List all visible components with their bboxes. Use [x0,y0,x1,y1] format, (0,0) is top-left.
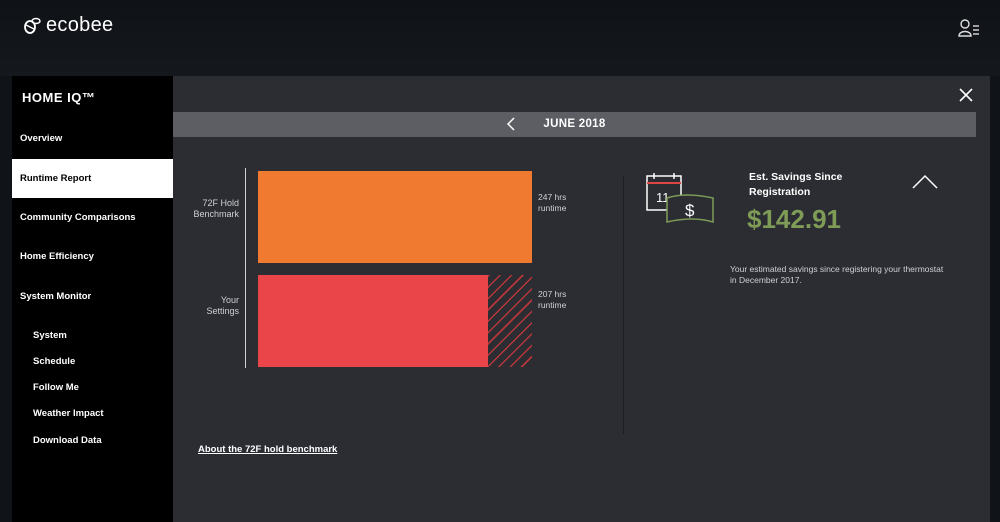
subnav-item-follow-me[interactable]: Follow Me [33,382,79,393]
chevron-up-icon[interactable] [912,174,938,190]
sidebar-item-label: System Monitor [20,291,92,302]
bee-logo-icon [24,17,41,34]
sidebar-item-home-efficiency[interactable]: Home Efficiency [12,237,173,276]
about-benchmark-link[interactable]: About the 72F hold benchmark [198,444,337,455]
subnav-item-system[interactable]: System [33,330,67,341]
subnav-item-weather-impact[interactable]: Weather Impact [33,408,104,419]
sidebar-item-label: Community Comparisons [20,212,136,223]
logo[interactable]: ecobee [22,14,113,37]
sidebar-item-overview[interactable]: Overview [12,119,173,158]
savings-amount: $142.91 [747,204,841,234]
report-panel: JUNE 2018 72F Hold Benchmark 247 hrs runti… [173,76,990,522]
close-icon[interactable] [958,87,974,103]
sidebar-item-system-monitor[interactable]: System Monitor [12,277,173,316]
subnav-item-schedule[interactable]: Schedule [33,356,75,367]
bar-value-benchmark: 247 hrs runtime [538,192,567,213]
month-selector: JUNE 2018 [173,112,976,137]
bar-your-settings [258,275,488,367]
sidebar-item-runtime-report[interactable]: Runtime Report [12,159,173,198]
sidebar: HOME IQ™ Overview Runtime Report Communi… [12,76,173,522]
sidebar-title: HOME IQ™ [22,90,96,105]
user-menu-icon[interactable] [958,18,980,38]
month-label: JUNE 2018 [543,118,606,130]
divider [623,176,624,434]
bar-benchmark [258,171,532,263]
bar-value-your-settings: 207 hrs runtime [538,289,567,310]
sidebar-item-label: Home Efficiency [20,251,94,262]
top-bar: ecobee [0,0,1000,76]
sidebar-item-label: Runtime Report [20,173,92,184]
svg-text:$: $ [685,201,695,220]
savings-description: Your estimated savings since registering… [730,264,944,285]
calendar-money-icon: 11 $ [646,173,714,224]
logo-text: ecobee [46,14,114,36]
sidebar-item-community-comparisons[interactable]: Community Comparisons [12,198,173,237]
sidebar-item-label: Overview [20,133,63,144]
bar-savings-hatch [487,275,532,367]
chart-axis [245,168,246,368]
savings-title: Est. Savings Since Registration [749,171,843,198]
bar-label-your-settings: Your Settings [206,295,239,316]
bar-label-benchmark: 72F Hold Benchmark [193,198,239,219]
subnav-item-download-data[interactable]: Download Data [33,435,102,446]
